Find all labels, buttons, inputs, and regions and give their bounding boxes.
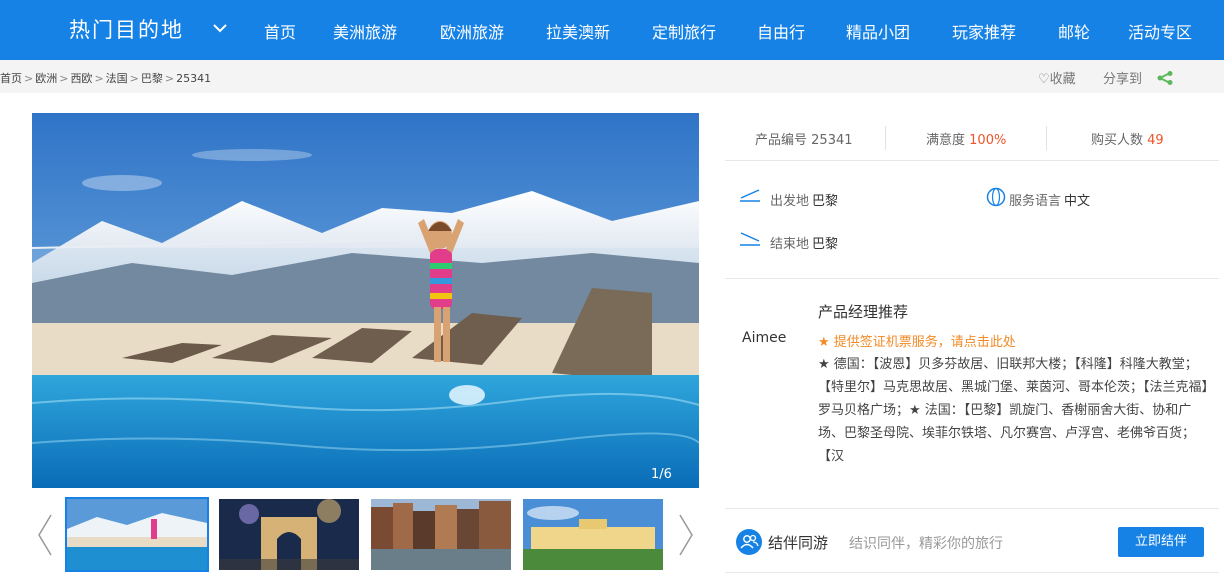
nav-item-small-group[interactable]: 精品小团 <box>846 19 910 43</box>
product-code: 产品编号 25341 <box>755 129 853 148</box>
satisfaction-label: 满意度 <box>926 133 966 148</box>
hot-destinations-menu[interactable]: 热门目的地 <box>69 14 184 44</box>
companion-icon <box>736 529 762 555</box>
buyers-count: 购买人数 49 <box>1091 129 1164 148</box>
share-icon[interactable] <box>1156 71 1174 85</box>
departure-value: 巴黎 <box>812 194 839 209</box>
breadcrumb-current: 25341 <box>176 72 212 85</box>
breadcrumb-paris[interactable]: 巴黎 <box>141 72 163 85</box>
nav-item-independent[interactable]: 自由行 <box>757 19 805 43</box>
chevron-left-icon[interactable] <box>35 513 55 557</box>
nav-item-europe[interactable]: 欧洲旅游 <box>440 19 504 43</box>
companion-description: 结识同伴，精彩你的旅行 <box>849 536 1003 552</box>
satisfaction-value: 100% <box>969 133 1007 148</box>
companion-title[interactable]: 结伴同游 <box>768 532 828 553</box>
breadcrumb-separator: > <box>24 72 34 85</box>
language-value: 中文 <box>1064 194 1091 209</box>
nav-item-player-picks[interactable]: 玩家推荐 <box>952 19 1016 43</box>
breadcrumb-western-europe[interactable]: 西欧 <box>70 72 92 85</box>
nav-item-events[interactable]: 活动专区 <box>1128 19 1192 43</box>
nav-item-america[interactable]: 美洲旅游 <box>333 19 397 43</box>
breadcrumb-separator: > <box>164 72 175 85</box>
buyers-value: 49 <box>1147 133 1164 148</box>
image-counter: 1/6 <box>651 467 672 482</box>
breadcrumb-separator: > <box>59 72 69 85</box>
pool-mountain-image <box>32 113 699 488</box>
chevron-down-icon[interactable] <box>212 22 228 34</box>
thumbnail-canal-houses-image <box>371 499 511 570</box>
end-label: 结束地 <box>770 237 810 252</box>
breadcrumb: 首页 > 欧洲 > 西欧 > 法国 > 巴黎 >25341 <box>0 70 211 86</box>
satisfaction: 满意度 100% <box>926 129 1006 148</box>
plane-takeoff-icon <box>740 189 760 202</box>
divider <box>885 126 886 150</box>
thumbnail-palace-image <box>523 499 663 570</box>
divider <box>725 508 1219 509</box>
divider <box>725 160 1219 161</box>
product-code-label: 产品编号 <box>755 133 808 148</box>
share-button[interactable]: 分享到 <box>1103 68 1142 87</box>
top-nav-bar: 热门目的地 首页 美洲旅游 欧洲旅游 拉美澳新 定制旅行 自由行 精品小团 玩家… <box>0 0 1224 60</box>
thumbnail-pool-image <box>67 499 207 570</box>
divider <box>725 278 1219 279</box>
main-product-image[interactable]: 1/6 <box>32 113 699 488</box>
breadcrumb-separator: > <box>94 72 104 85</box>
manager-name: Aimee <box>742 330 787 346</box>
nav-item-latam-oceania[interactable]: 拉美澳新 <box>546 19 610 43</box>
manager-title: 产品经理推荐 <box>818 303 909 321</box>
thumbnail-1[interactable] <box>65 497 209 572</box>
join-companion-button[interactable]: 立即结伴 <box>1118 527 1204 557</box>
departure-label: 出发地 <box>770 194 810 209</box>
divider <box>725 572 1219 573</box>
breadcrumb-europe[interactable]: 欧洲 <box>35 72 57 85</box>
language-label: 服务语言 <box>1009 194 1062 209</box>
thumbnail-3[interactable] <box>371 499 511 570</box>
plane-landing-icon <box>740 232 760 246</box>
end-info: 结束地 巴黎 <box>770 233 838 252</box>
visa-ticket-link[interactable]: ★ 提供签证机票服务，请点击此处 <box>818 331 1016 350</box>
chevron-right-icon[interactable] <box>676 513 696 557</box>
end-value: 巴黎 <box>812 237 839 252</box>
breadcrumb-france[interactable]: 法国 <box>106 72 128 85</box>
favorite-button[interactable]: ♡收藏 <box>1038 68 1076 87</box>
nav-item-cruise[interactable]: 邮轮 <box>1058 19 1090 43</box>
breadcrumb-separator: > <box>129 72 139 85</box>
product-code-value: 25341 <box>811 133 853 148</box>
nav-item-custom-tour[interactable]: 定制旅行 <box>652 19 716 43</box>
language-info: 服务语言 中文 <box>1009 190 1090 209</box>
globe-icon <box>986 187 1006 207</box>
thumbnail-4[interactable] <box>523 499 663 570</box>
departure-info: 出发地 巴黎 <box>770 190 838 209</box>
thumbnail-arc-de-triomphe-image <box>219 499 359 570</box>
manager-recommendation-text: ★ 德国：【波恩】贝多芬故居、旧联邦大楼；【科隆】科隆大教堂；【特里尔】马克思故… <box>818 357 1209 463</box>
nav-item-home[interactable]: 首页 <box>264 19 296 43</box>
breadcrumb-bar: 首页 > 欧洲 > 西欧 > 法国 > 巴黎 >25341 ♡收藏 分享到 <box>0 60 1224 93</box>
breadcrumb-home[interactable]: 首页 <box>0 72 22 85</box>
divider <box>1046 126 1047 150</box>
buyers-label: 购买人数 <box>1091 133 1144 148</box>
thumbnail-2[interactable] <box>219 499 359 570</box>
